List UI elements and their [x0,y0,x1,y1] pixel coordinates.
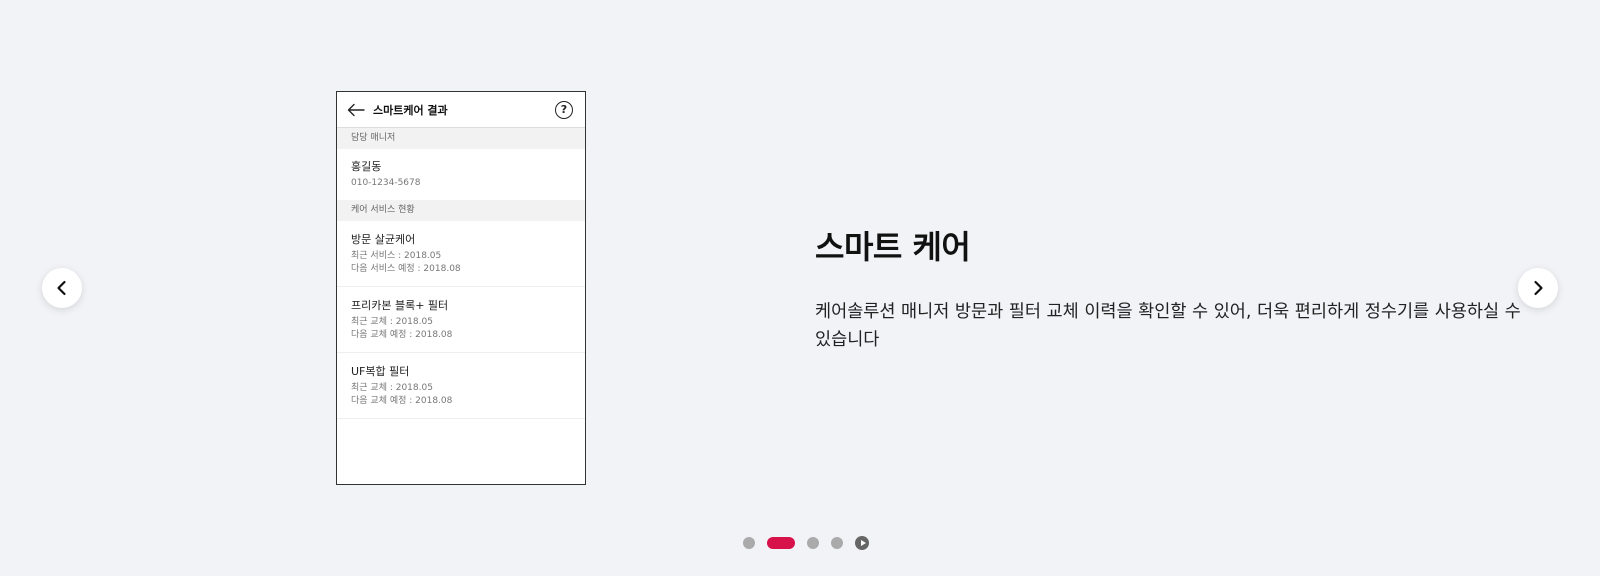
slide-pagination [0,536,1600,550]
phone-header: 스마트케어 결과 ? [337,92,585,128]
service-item: 방문 살균케어 최근 서비스 : 2018.05 다음 서비스 예정 : 201… [337,221,585,287]
service-item: UF복합 필터 최근 교체 : 2018.05 다음 교체 예정 : 2018.… [337,353,585,419]
pager-dot[interactable] [743,537,755,549]
chevron-right-icon [1534,280,1543,296]
service-line: 다음 교체 예정 : 2018.08 [351,330,453,340]
service-section-label: 케어 서비스 현황 [337,200,585,221]
slide-heading: 스마트 케어 [815,228,971,266]
service-title: 방문 살균케어 [351,233,416,246]
phone-title: 스마트케어 결과 [373,103,448,117]
service-item: 프리카본 블록+ 필터 최근 교체 : 2018.05 다음 교체 예정 : 2… [337,287,585,353]
chevron-left-icon [57,280,66,296]
service-title: UF복합 필터 [351,365,410,378]
arrow-left-icon [347,103,365,116]
service-line: 최근 교체 : 2018.05 [351,317,433,327]
next-slide-button[interactable] [1518,268,1558,308]
service-title: 프리카본 블록+ 필터 [351,299,449,312]
manager-section-label: 담당 매니저 [337,128,585,149]
slide-copy: 스마트 케어 케어솔루션 매니저 방문과 필터 교체 이력을 확인할 수 있어,… [815,222,1535,354]
manager-phone: 010-1234-5678 [351,178,421,188]
slide-description: 케어솔루션 매니저 방문과 필터 교체 이력을 확인할 수 있어, 더욱 편리하… [815,302,1521,350]
prev-slide-button[interactable] [42,268,82,308]
phone-screen-mockup: 스마트케어 결과 ? 담당 매니저 홍길동 010-1234-5678 케어 서… [336,91,586,485]
pager-dot[interactable] [807,537,819,549]
help-circle-icon: ? [555,100,573,119]
manager-name: 홍길동 [351,160,382,173]
play-icon[interactable] [855,536,869,550]
service-line: 다음 교체 예정 : 2018.08 [351,396,453,406]
pager-dot[interactable] [831,537,843,549]
service-line: 최근 교체 : 2018.05 [351,383,433,393]
manager-info: 홍길동 010-1234-5678 [337,149,585,200]
service-line: 다음 서비스 예정 : 2018.08 [351,264,461,274]
pager-dot-active[interactable] [767,537,795,549]
service-line: 최근 서비스 : 2018.05 [351,251,442,261]
